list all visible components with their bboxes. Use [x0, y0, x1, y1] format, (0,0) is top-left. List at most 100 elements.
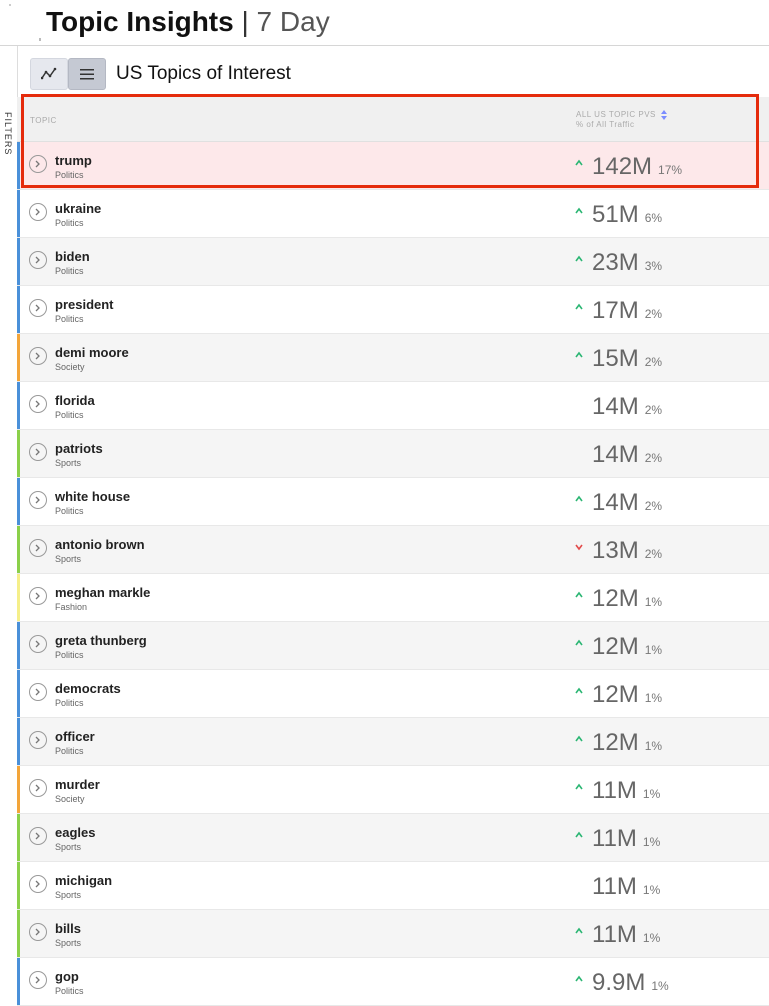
topic-pageviews: 12M 1%	[592, 633, 662, 661]
table-row[interactable]: meghan markle Fashion 12M 1%	[17, 574, 769, 622]
topic-category: Sports	[55, 890, 82, 900]
topic-name[interactable]: president	[55, 297, 114, 312]
topic-pageviews: 17M 2%	[592, 297, 662, 325]
table-row[interactable]: officer Politics 12M 1%	[17, 718, 769, 766]
topic-category: Politics	[55, 698, 84, 708]
topic-pageviews: 51M 6%	[592, 201, 662, 229]
table-row[interactable]: ukraine Politics 51M 6%	[17, 190, 769, 238]
pageviews-value: 12M	[592, 729, 639, 756]
trend-up-icon	[575, 687, 583, 694]
topic-pageviews: 14M 2%	[592, 489, 662, 517]
topic-name[interactable]: gop	[55, 969, 79, 984]
expand-icon[interactable]	[29, 683, 47, 701]
topic-pageviews: 142M 17%	[592, 153, 682, 181]
page-title: Topic Insights | 7 Day	[46, 5, 330, 39]
topic-name[interactable]: antonio brown	[55, 537, 145, 552]
column-header-topic[interactable]: TOPIC	[30, 116, 57, 125]
expand-icon[interactable]	[29, 155, 47, 173]
topic-name[interactable]: florida	[55, 393, 95, 408]
category-color-bar	[17, 670, 20, 717]
table-row[interactable]: democrats Politics 12M 1%	[17, 670, 769, 718]
topic-name[interactable]: michigan	[55, 873, 112, 888]
topic-name[interactable]: murder	[55, 777, 100, 792]
sort-icon[interactable]	[661, 110, 667, 121]
pageviews-value: 11M	[592, 777, 637, 804]
table-row[interactable]: greta thunberg Politics 12M 1%	[17, 622, 769, 670]
expand-icon[interactable]	[29, 347, 47, 365]
table-row[interactable]: gop Politics 9.9M 1%	[17, 958, 769, 1006]
topic-name[interactable]: white house	[55, 489, 130, 504]
table-row[interactable]: trump Politics 142M 17%	[17, 142, 769, 190]
trend-up-icon	[575, 207, 583, 214]
topic-name[interactable]: ukraine	[55, 201, 101, 216]
expand-icon[interactable]	[29, 827, 47, 845]
table-row[interactable]: president Politics 17M 2%	[17, 286, 769, 334]
pageviews-value: 51M	[592, 201, 639, 228]
topic-category: Politics	[55, 218, 84, 228]
table-row[interactable]: murder Society 11M 1%	[17, 766, 769, 814]
period-label: 7 Day	[256, 6, 330, 37]
topic-name[interactable]: democrats	[55, 681, 121, 696]
expand-icon[interactable]	[29, 203, 47, 221]
traffic-percent: 2%	[644, 307, 663, 321]
traffic-percent: 1%	[642, 835, 661, 849]
topic-pageviews: 11M 1%	[592, 825, 660, 853]
table-row[interactable]: demi moore Society 15M 2%	[17, 334, 769, 382]
section-title: US Topics of Interest	[116, 63, 291, 84]
expand-icon[interactable]	[29, 587, 47, 605]
table-row[interactable]: patriots Sports 14M 2%	[17, 430, 769, 478]
topic-name[interactable]: patriots	[55, 441, 103, 456]
topic-name[interactable]: greta thunberg	[55, 633, 147, 648]
topic-category: Society	[55, 794, 85, 804]
topic-name[interactable]: officer	[55, 729, 95, 744]
table-header: TOPIC ALL US TOPIC PVS % of All Traffic	[17, 97, 769, 142]
category-color-bar	[17, 286, 20, 333]
topic-name[interactable]: trump	[55, 153, 92, 168]
pageviews-value: 13M	[592, 537, 639, 564]
traffic-percent: 6%	[644, 211, 663, 225]
topic-category: Politics	[55, 266, 84, 276]
expand-icon[interactable]	[29, 779, 47, 797]
column-header-metric[interactable]: ALL US TOPIC PVS % of All Traffic	[576, 110, 656, 130]
topic-name[interactable]: eagles	[55, 825, 95, 840]
pageviews-value: 14M	[592, 441, 639, 468]
table-row[interactable]: biden Politics 23M 3%	[17, 238, 769, 286]
table-row[interactable]: michigan Sports 11M 1%	[17, 862, 769, 910]
expand-icon[interactable]	[29, 395, 47, 413]
table-row[interactable]: eagles Sports 11M 1%	[17, 814, 769, 862]
table-row[interactable]: white house Politics 14M 2%	[17, 478, 769, 526]
expand-icon[interactable]	[29, 299, 47, 317]
pageviews-value: 14M	[592, 489, 639, 516]
expand-icon[interactable]	[29, 923, 47, 941]
chart-view-button[interactable]	[30, 58, 68, 90]
topic-name[interactable]: meghan markle	[55, 585, 150, 600]
expand-icon[interactable]	[29, 491, 47, 509]
topic-name[interactable]: bills	[55, 921, 81, 936]
filters-sidebar[interactable]: FILTERS	[0, 46, 18, 998]
trend-up-icon	[575, 639, 583, 646]
trend-up-icon	[575, 159, 583, 166]
expand-icon[interactable]	[29, 539, 47, 557]
topic-name[interactable]: demi moore	[55, 345, 129, 360]
expand-icon[interactable]	[29, 731, 47, 749]
expand-icon[interactable]	[29, 443, 47, 461]
topic-pageviews: 11M 1%	[592, 873, 660, 901]
expand-icon[interactable]	[29, 635, 47, 653]
expand-icon[interactable]	[29, 875, 47, 893]
table-row[interactable]: florida Politics 14M 2%	[17, 382, 769, 430]
filters-label[interactable]: FILTERS	[3, 112, 13, 155]
expand-icon[interactable]	[29, 971, 47, 989]
expand-icon[interactable]	[29, 251, 47, 269]
traffic-percent: 3%	[644, 259, 663, 273]
pageviews-value: 11M	[592, 873, 637, 900]
topic-category: Politics	[55, 410, 84, 420]
table-row[interactable]: bills Sports 11M 1%	[17, 910, 769, 958]
category-color-bar	[17, 622, 20, 669]
table-row[interactable]: antonio brown Sports 13M 2%	[17, 526, 769, 574]
topic-pageviews: 11M 1%	[592, 921, 660, 949]
list-view-button[interactable]	[68, 58, 106, 90]
topic-name[interactable]: biden	[55, 249, 90, 264]
category-color-bar	[17, 430, 20, 477]
topic-category: Politics	[55, 170, 84, 180]
category-color-bar	[17, 910, 20, 957]
